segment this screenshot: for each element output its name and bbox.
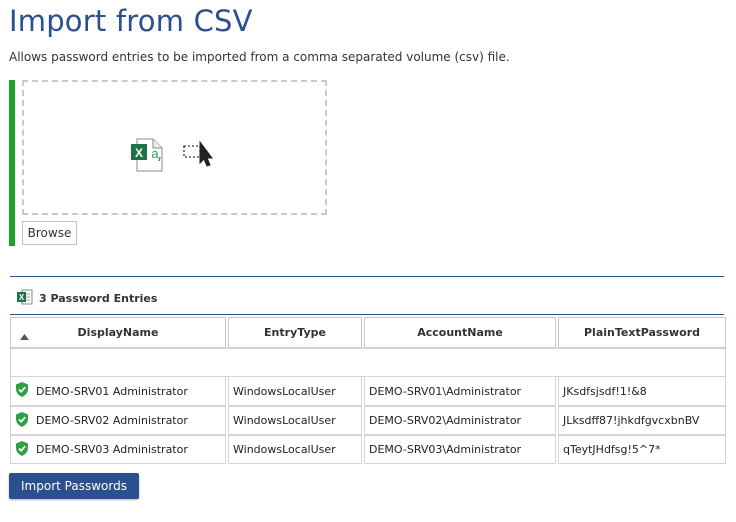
column-header-plaintextpassword[interactable]: PlainTextPassword — [558, 317, 726, 348]
column-header-label: PlainTextPassword — [583, 326, 700, 339]
shield-check-icon — [15, 411, 29, 430]
sort-ascending-icon — [20, 330, 29, 343]
table-row[interactable]: DEMO-SRV02 Administrator WindowsLocalUse… — [10, 406, 726, 435]
column-header-label: EntryType — [264, 326, 326, 339]
cell-entry-type: WindowsLocalUser — [228, 377, 362, 406]
cell-display-name: DEMO-SRV01 Administrator — [10, 377, 226, 406]
cell-account-name: DEMO-SRV01\Administrator — [364, 377, 556, 406]
column-header-accountname[interactable]: AccountName — [364, 317, 556, 348]
svg-text:X: X — [19, 293, 25, 302]
svg-text:X: X — [135, 146, 143, 160]
display-name-text: DEMO-SRV01 Administrator — [36, 384, 188, 398]
page-title: Import from CSV — [9, 4, 253, 38]
display-name-text: DEMO-SRV03 Administrator — [36, 443, 188, 456]
cell-display-name: DEMO-SRV02 Administrator — [10, 406, 226, 435]
section-divider — [10, 276, 724, 277]
column-header-label: DisplayName — [77, 326, 159, 339]
column-header-displayname[interactable]: DisplayName — [10, 317, 226, 348]
table-row[interactable]: DEMO-SRV03 Administrator WindowsLocalUse… — [10, 435, 726, 464]
grid-top-border — [10, 314, 724, 315]
shield-check-icon — [15, 440, 29, 459]
svg-text:a: a — [151, 146, 159, 161]
file-drop-zone[interactable]: X a — [22, 80, 327, 215]
cell-entry-type: WindowsLocalUser — [228, 406, 362, 435]
cell-password: JLksdff87!jhkdfgvcxbnBV — [558, 406, 726, 435]
cell-account-name: DEMO-SRV02\Administrator — [364, 406, 556, 435]
browse-button[interactable]: Browse — [22, 221, 77, 245]
page-subtitle: Allows password entries to be imported f… — [9, 50, 510, 64]
entries-header: X 3 Password Entries — [17, 289, 157, 308]
column-header-entrytype[interactable]: EntryType — [228, 317, 362, 348]
shield-check-icon — [15, 382, 29, 400]
display-name-text: DEMO-SRV02 Administrator — [36, 414, 188, 427]
cell-account-name: DEMO-SRV03\Administrator — [364, 435, 556, 464]
cell-password: qTeytJHdfsg!5^7* — [558, 435, 726, 464]
table-row[interactable]: DEMO-SRV01 Administrator WindowsLocalUse… — [10, 377, 726, 406]
import-passwords-button[interactable]: Import Passwords — [9, 473, 139, 499]
column-header-label: AccountName — [417, 326, 503, 339]
entries-count: 3 Password Entries — [39, 292, 158, 305]
cell-display-name: DEMO-SRV03 Administrator — [10, 435, 226, 464]
select-cursor-icon — [183, 139, 213, 171]
password-entries-table: DisplayName EntryType AccountName PlainT… — [8, 317, 728, 464]
excel-csv-file-icon: X a — [131, 138, 163, 176]
cell-entry-type: WindowsLocalUser — [228, 435, 362, 464]
status-indicator-bar — [9, 80, 15, 246]
excel-icon: X — [17, 289, 33, 308]
cell-password: JKsdfsjsdf!1!&8 — [558, 377, 726, 406]
